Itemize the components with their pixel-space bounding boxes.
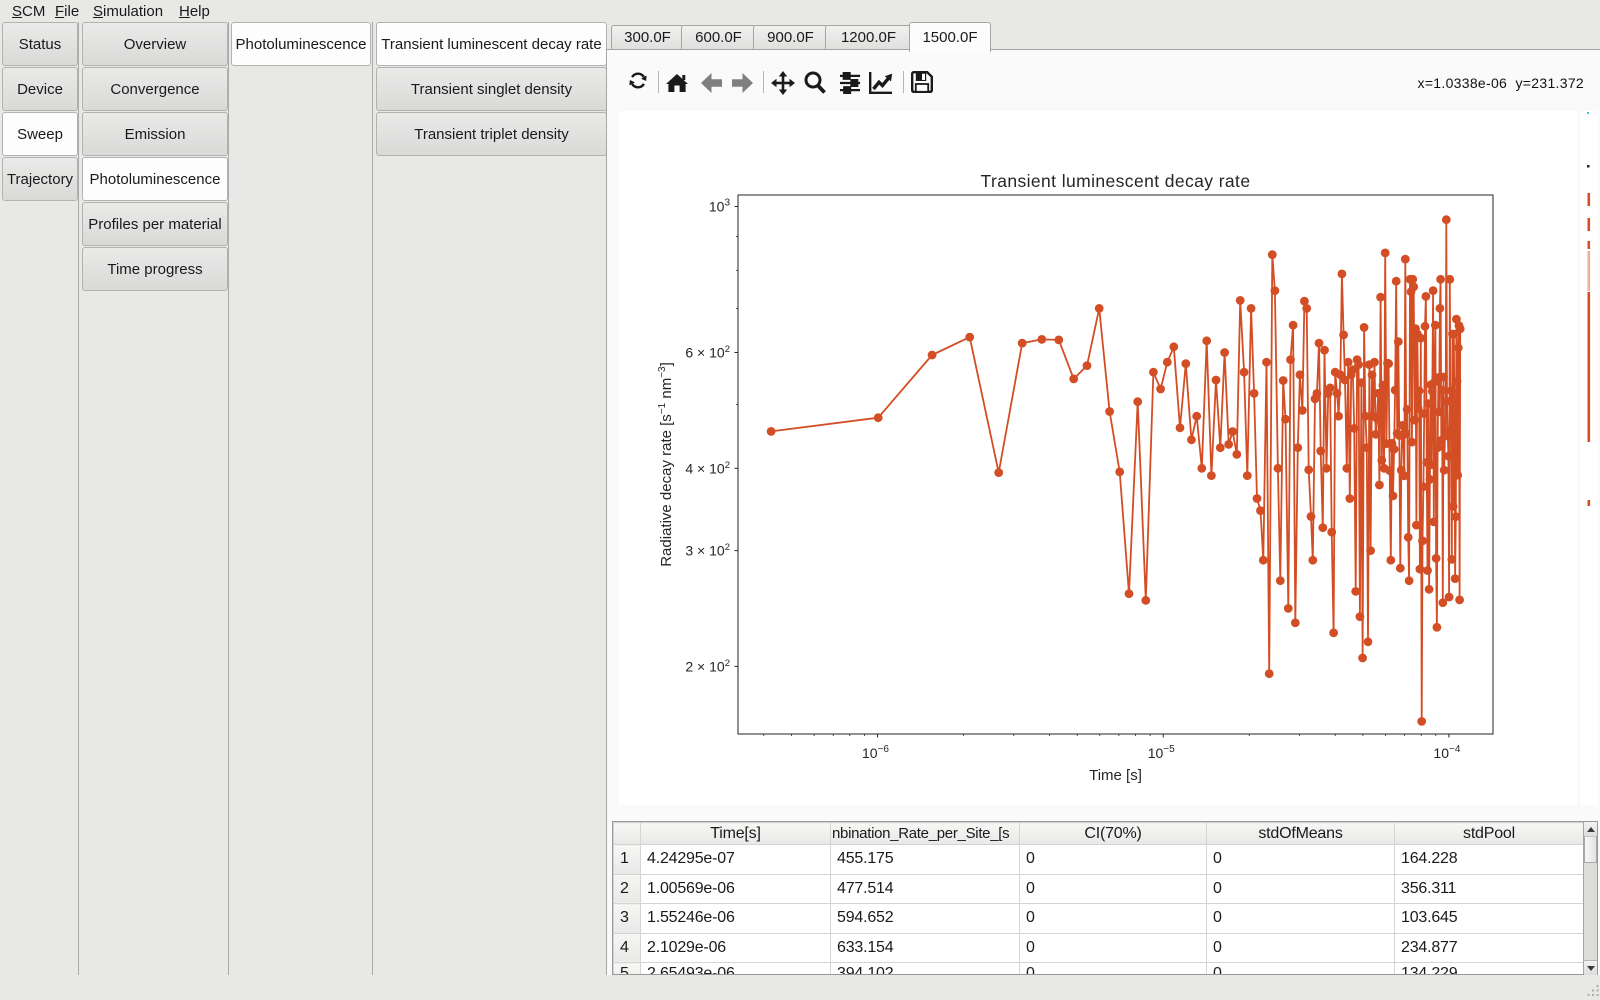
svg-text:4 × 102: 4 × 102: [685, 460, 730, 477]
svg-text:10−4: 10−4: [1433, 744, 1460, 761]
svg-text:2 × 102: 2 × 102: [685, 658, 730, 675]
svg-text:Radiative decay rate [s−1 nm−3: Radiative decay rate [s−1 nm−3]: [657, 362, 675, 567]
svg-text:Time [s]: Time [s]: [1089, 767, 1142, 784]
svg-text:10−6: 10−6: [862, 744, 889, 761]
svg-text:3 × 102: 3 × 102: [685, 542, 730, 559]
svg-text:Transient luminescent decay ra: Transient luminescent decay rate: [981, 171, 1251, 191]
svg-text:10−5: 10−5: [1148, 744, 1175, 761]
svg-text:103: 103: [709, 198, 731, 215]
svg-text:6 × 102: 6 × 102: [685, 344, 730, 361]
